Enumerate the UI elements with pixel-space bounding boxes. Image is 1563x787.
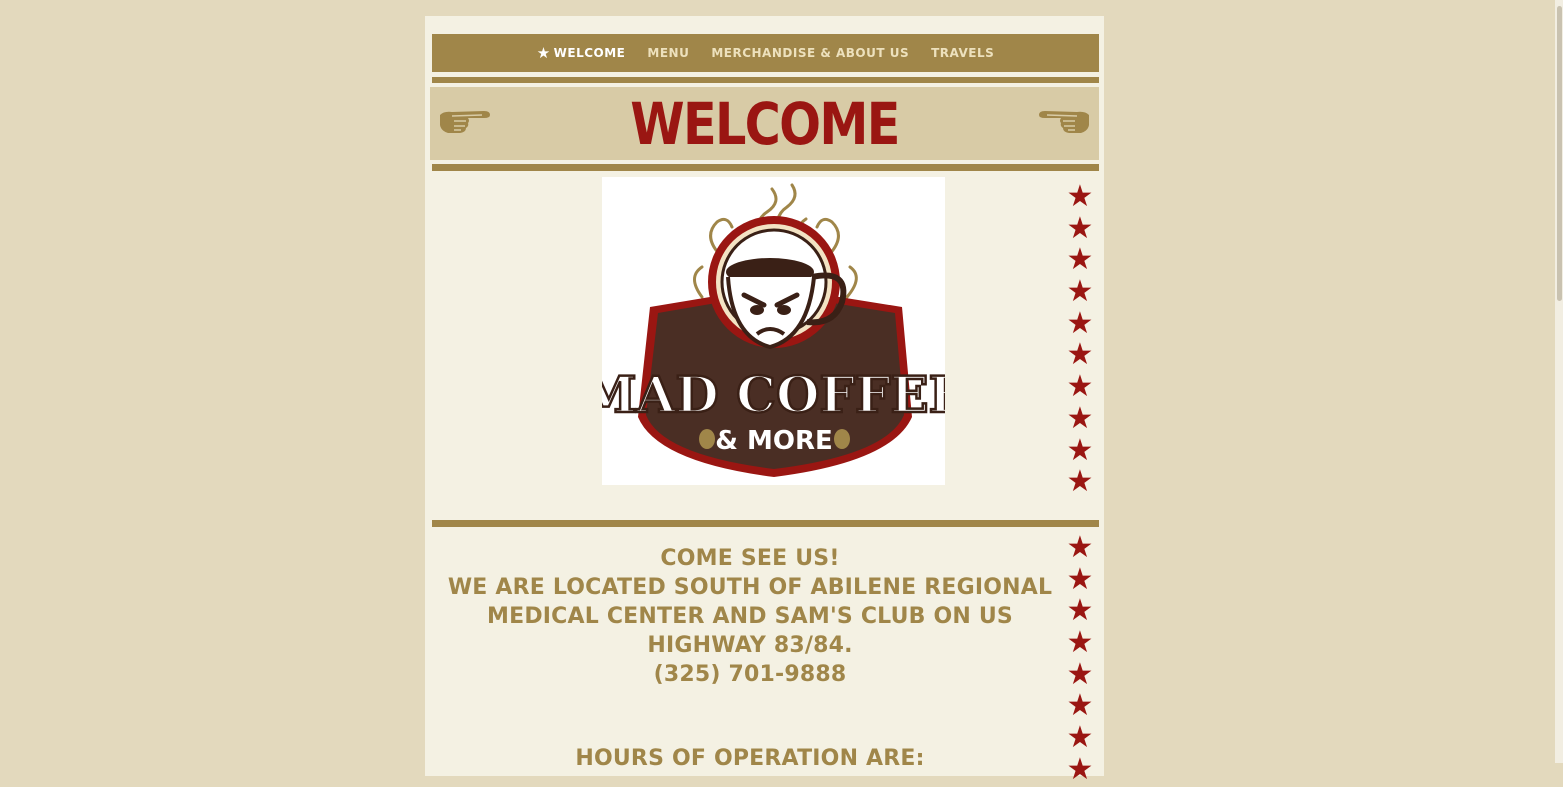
- star-icon: ★: [1066, 688, 1094, 724]
- star-icon: ★: [1066, 530, 1094, 565]
- star-column-top: ★ ★ ★ ★ ★ ★ ★ ★ ★ ★: [1063, 181, 1097, 498]
- page-scrollbar[interactable]: [1555, 0, 1563, 763]
- pointing-hand-left-icon: [1039, 111, 1089, 133]
- nav-item-label: TRAVELS: [931, 46, 995, 60]
- star-icon: ★: [1066, 400, 1094, 436]
- star-icon: ★: [1066, 432, 1094, 468]
- star-icon: ★: [1066, 656, 1094, 692]
- star-column-bottom: ★ ★ ★ ★ ★ ★ ★ ★: [1063, 532, 1097, 786]
- nav-item-merchandise-about[interactable]: MERCHANDISE & ABOUT US: [711, 46, 909, 60]
- star-icon: ★: [1066, 337, 1094, 373]
- location-text: WE ARE LOCATED SOUTH OF ABILENE REGIONAL…: [447, 575, 1053, 658]
- star-icon: ★: [536, 43, 551, 62]
- nav-item-menu[interactable]: MENU: [647, 46, 689, 60]
- nav-item-welcome[interactable]: ★ WELCOME: [536, 43, 626, 62]
- star-icon: ★: [1066, 625, 1094, 661]
- divider-rule: [432, 164, 1099, 171]
- star-icon: ★: [1066, 561, 1094, 597]
- page-title: WELCOME: [630, 90, 900, 158]
- nav-item-travels[interactable]: TRAVELS: [931, 46, 994, 60]
- logo-tagline: & MORE: [715, 426, 832, 456]
- logo-title: MAD COFFEE: [602, 365, 945, 424]
- mad-coffee-logo: MAD COFFEE & MORE: [580, 177, 968, 485]
- phone-number[interactable]: (325) 701-9888: [445, 660, 1055, 689]
- welcome-banner: WELCOME: [430, 87, 1099, 160]
- torn-paper-edge: [425, 16, 1104, 34]
- nav-item-label: WELCOME: [553, 46, 626, 60]
- scrollbar-thumb[interactable]: [1557, 6, 1562, 301]
- nav-item-label: MENU: [647, 46, 690, 60]
- divider-rule: [432, 520, 1099, 527]
- main-nav: ★ WELCOME MENU MERCHANDISE & ABOUT US TR…: [432, 34, 1099, 72]
- star-icon: ★: [1066, 210, 1094, 246]
- come-see-us-heading: COME SEE US!: [660, 546, 840, 571]
- page-paper: ★ WELCOME MENU MERCHANDISE & ABOUT US TR…: [425, 16, 1104, 785]
- star-icon: ★: [1066, 179, 1094, 214]
- star-icon: ★: [1066, 242, 1094, 278]
- star-icon: ★: [1066, 274, 1094, 310]
- coffee-bean-icon: [699, 429, 715, 449]
- divider-rule: [432, 77, 1099, 83]
- coffee-bean-icon: [834, 429, 850, 449]
- star-icon: ★: [1066, 751, 1094, 787]
- star-icon: ★: [1066, 369, 1094, 405]
- hours-heading: HOURS OF OPERATION ARE:: [575, 746, 925, 771]
- nav-item-label: MERCHANDISE & ABOUT US: [711, 46, 910, 60]
- star-icon: ★: [1066, 593, 1094, 629]
- star-icon: ★: [1066, 305, 1094, 341]
- location-info: COME SEE US! WE ARE LOCATED SOUTH OF ABI…: [445, 544, 1055, 689]
- star-icon: ★: [1066, 464, 1094, 500]
- star-icon: ★: [1066, 720, 1094, 756]
- logo-graphic: MAD COFFEE & MORE: [580, 183, 968, 477]
